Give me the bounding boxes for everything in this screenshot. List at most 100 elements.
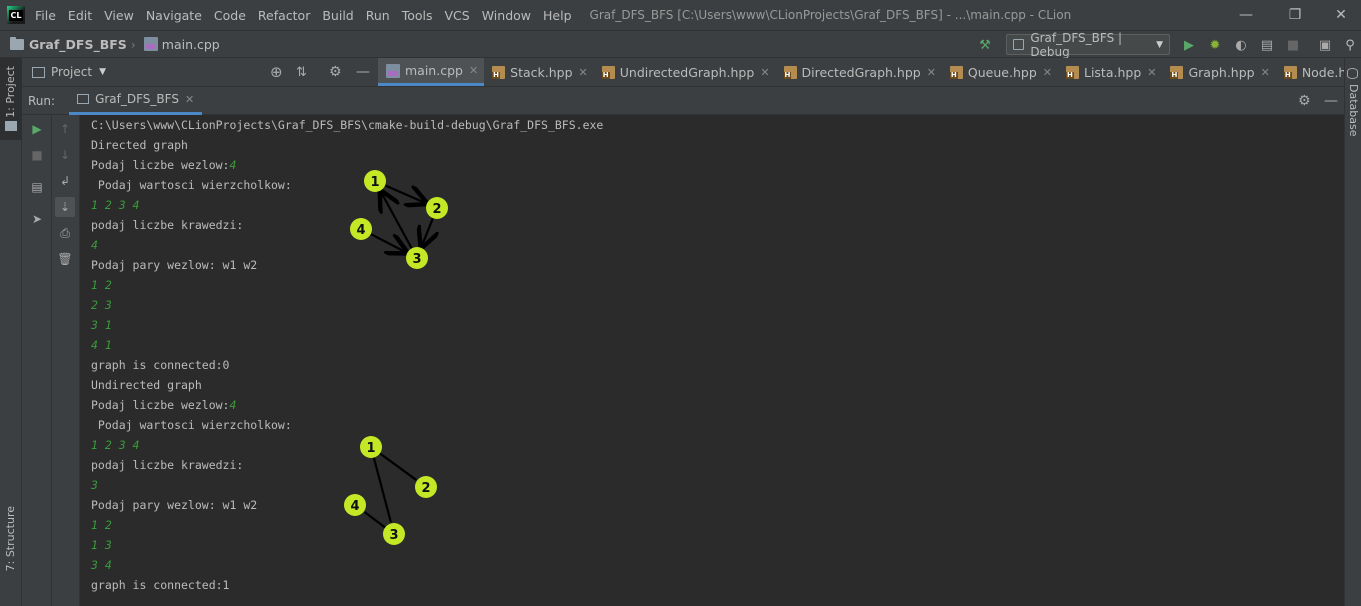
graph-edge	[370, 233, 407, 252]
minimize-icon[interactable]: —	[1223, 0, 1269, 30]
menu-view[interactable]: View	[104, 8, 134, 23]
print-icon[interactable]: ⎙	[57, 225, 73, 241]
trash-icon[interactable]: 🗑	[57, 251, 73, 267]
run-icon[interactable]: ▶	[1180, 36, 1198, 54]
console-text: Podaj pary wezlow: w1 w2	[91, 258, 258, 272]
menu-vcs[interactable]: VCS	[445, 8, 470, 23]
console-user-input: 1 2 3 4	[91, 198, 140, 212]
menu-run[interactable]: Run	[366, 8, 390, 23]
menu-refactor[interactable]: Refactor	[258, 8, 310, 23]
breadcrumb-separator-icon: ›	[130, 36, 136, 52]
tab-label: Graph.hpp	[1188, 64, 1255, 80]
graph-node-label: 1	[366, 441, 375, 456]
close-tab-icon[interactable]: ✕	[927, 66, 936, 79]
database-icon	[1347, 68, 1358, 79]
tab-label: Node.hpp	[1301, 64, 1344, 80]
console-line: Podaj pary wezlow: w1 w2	[91, 255, 257, 275]
clion-logo-icon[interactable]: CL	[7, 6, 25, 24]
tab-graph-hpp[interactable]: H Graph.hpp ✕	[1162, 58, 1275, 86]
profile-icon[interactable]: ▤	[1258, 36, 1276, 54]
stop-icon[interactable]: ■	[29, 147, 45, 163]
tab-node-hpp[interactable]: H Node.hpp ✕	[1276, 58, 1344, 86]
close-tab-icon[interactable]: ✕	[1147, 66, 1156, 79]
run-tab[interactable]: Graf_DFS_BFS ✕	[69, 87, 203, 115]
debug-icon[interactable]: ✹	[1206, 36, 1224, 54]
project-panel-header: Project ▼ ⊕ ⇅ ⚙ —	[22, 58, 378, 87]
close-tab-icon[interactable]: ✕	[579, 66, 588, 79]
console-user-input: 4	[91, 238, 98, 252]
breadcrumb-project[interactable]: Graf_DFS_BFS	[29, 37, 127, 52]
close-tab-icon[interactable]: ✕	[1043, 66, 1052, 79]
rerun-icon[interactable]: ▶	[29, 121, 45, 137]
arrow-up-icon[interactable]: ↑	[57, 121, 73, 137]
close-tab-icon[interactable]: ✕	[469, 64, 478, 77]
tab-stack-hpp[interactable]: H Stack.hpp ✕	[484, 58, 594, 86]
console-line: Podaj wartosci wierzcholkow:	[91, 175, 292, 195]
graph-edge	[421, 217, 432, 247]
tab-main-cpp[interactable]: main.cpp ✕	[378, 58, 485, 86]
run-tab-label: Graf_DFS_BFS	[95, 92, 179, 106]
console-line: 3 1	[91, 315, 112, 335]
restore-icon[interactable]: ❐	[1272, 0, 1318, 30]
console-line: podaj liczbe krawedzi:	[91, 215, 243, 235]
menu-file[interactable]: File	[35, 8, 56, 23]
scroll-to-end-icon[interactable]: ⇣	[55, 197, 75, 217]
console-user-input: 4	[229, 398, 237, 412]
soft-wrap-icon[interactable]: ↲	[57, 173, 73, 189]
console-line: 3 4	[91, 555, 112, 575]
tab-queue-hpp[interactable]: H Queue.hpp ✕	[942, 58, 1058, 86]
console-line: 2 3	[91, 295, 112, 315]
project-panel-title[interactable]: Project	[51, 65, 92, 79]
editor-tabs: main.cpp ✕ H Stack.hpp ✕ H UndirectedGra…	[378, 58, 1344, 87]
graph-node-label: 3	[389, 528, 398, 543]
layout-icon[interactable]: ▣	[1316, 36, 1334, 54]
hide-icon[interactable]: —	[356, 64, 370, 80]
cpp-file-icon	[386, 63, 400, 78]
menu-help[interactable]: Help	[543, 8, 572, 23]
menu-bar: CL File Edit View Navigate Code Refactor…	[0, 0, 1361, 30]
database-tool-label[interactable]: Database	[1347, 84, 1360, 137]
console-output[interactable]: C:\Users\www\CLionProjects\Graf_DFS_BFS\…	[80, 115, 1344, 606]
tab-undirectedgraph-hpp[interactable]: H UndirectedGraph.hpp ✕	[594, 58, 776, 86]
tab-label: Lista.hpp	[1083, 64, 1142, 80]
arrow-down-icon[interactable]: ↓	[57, 147, 73, 163]
run-configuration-label: Graf_DFS_BFS | Debug	[1030, 30, 1123, 59]
menu-build[interactable]: Build	[322, 8, 353, 23]
close-tab-icon[interactable]: ✕	[185, 93, 194, 106]
gear-icon[interactable]: ⚙	[1298, 93, 1311, 109]
menu-window[interactable]: Window	[482, 8, 531, 23]
chevron-down-icon[interactable]: ▼	[99, 67, 106, 77]
gear-icon[interactable]: ⚙	[329, 64, 342, 80]
tab-lista-hpp[interactable]: H Lista.hpp ✕	[1058, 58, 1163, 86]
restore-layout-icon[interactable]: ▤	[29, 179, 45, 195]
run-panel-header: Run: Graf_DFS_BFS ✕ ⚙ —	[22, 87, 1344, 115]
run-configuration-select[interactable]: Graf_DFS_BFS | Debug ▼	[1006, 31, 1170, 59]
menu-code[interactable]: Code	[214, 8, 246, 23]
search-icon[interactable]: ⚲	[1341, 36, 1359, 54]
pin-icon[interactable]: ➤	[29, 211, 45, 227]
window-title: Graf_DFS_BFS [C:\Users\www\CLionProjects…	[589, 8, 1072, 22]
console-line: Directed graph	[91, 135, 188, 155]
tab-directedgraph-hpp[interactable]: H DirectedGraph.hpp ✕	[776, 58, 942, 86]
stop-icon[interactable]: ■	[1284, 36, 1302, 54]
cpp-file-icon	[143, 37, 158, 51]
console-text: Podaj liczbe wezlow:	[91, 398, 230, 412]
collapse-icon[interactable]: ⇅	[296, 65, 307, 80]
breadcrumb-file[interactable]: main.cpp	[162, 37, 220, 52]
locate-icon[interactable]: ⊕	[270, 63, 283, 81]
structure-tool-label[interactable]: 7: Structure	[4, 506, 17, 571]
coverage-icon[interactable]: ◐	[1232, 36, 1250, 54]
menu-navigate[interactable]: Navigate	[146, 8, 202, 23]
menu-tools[interactable]: Tools	[402, 8, 433, 23]
menu-edit[interactable]: Edit	[68, 8, 92, 23]
close-tab-icon[interactable]: ✕	[760, 66, 769, 79]
graph-node	[426, 197, 448, 219]
console-text: Podaj liczbe wezlow:	[91, 158, 230, 172]
close-icon[interactable]: ✕	[1318, 0, 1361, 30]
close-tab-icon[interactable]: ✕	[1261, 66, 1270, 79]
console-user-input: 1 2	[91, 518, 112, 532]
console-text: Podaj pary wezlow: w1 w2	[91, 498, 258, 512]
header-file-icon: H	[1283, 65, 1297, 79]
hide-icon[interactable]: —	[1324, 93, 1338, 109]
build-hammer-icon[interactable]: ⚒	[976, 36, 994, 54]
